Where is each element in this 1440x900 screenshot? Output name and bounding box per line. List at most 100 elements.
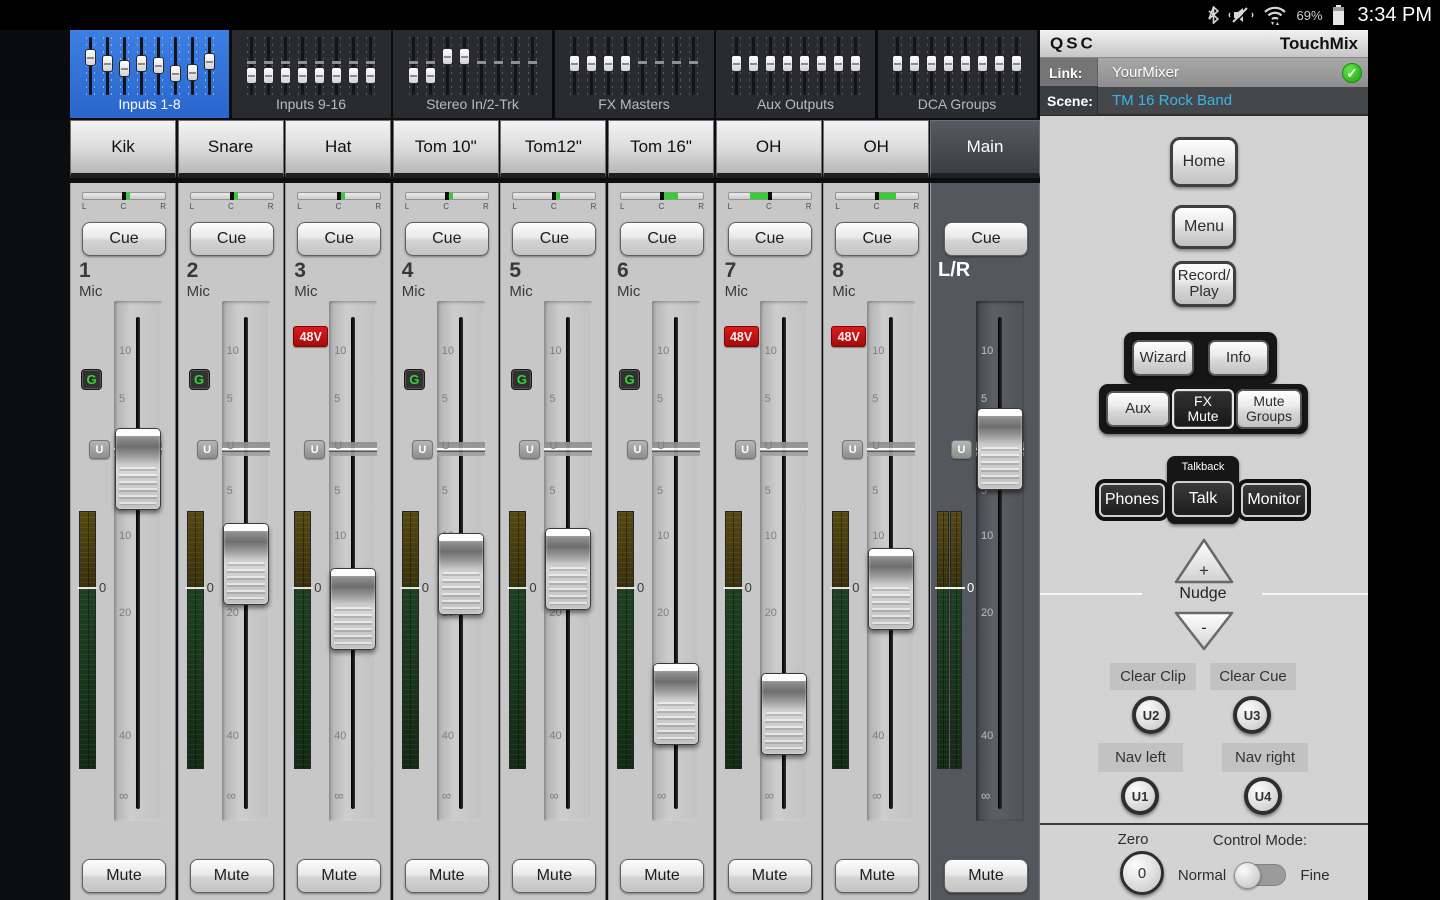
- pan-control[interactable]: [835, 192, 919, 200]
- fader-handle[interactable]: [115, 428, 161, 510]
- nudge-down-button[interactable]: -: [1173, 610, 1235, 652]
- channel-name[interactable]: Hat: [285, 120, 391, 178]
- user-button-u4[interactable]: U4: [1244, 777, 1282, 815]
- user-button-u1[interactable]: U1: [1121, 777, 1159, 815]
- fader-track[interactable]: U 105U5102040∞: [437, 301, 485, 821]
- channel-name[interactable]: Kik: [70, 120, 176, 178]
- fader-bank-tab[interactable]: Aux Outputs: [716, 30, 875, 118]
- pan-axis-labels: LCR: [190, 202, 274, 211]
- aux-fxmute-mutegroups-group: Aux FX Mute Mute Groups: [1099, 384, 1308, 434]
- nav-left-label: Nav left: [1098, 743, 1183, 772]
- fader-handle[interactable]: [761, 673, 807, 755]
- cue-button[interactable]: Cue: [405, 222, 489, 256]
- channel-name[interactable]: Main: [930, 120, 1040, 178]
- cue-button[interactable]: Cue: [297, 222, 381, 256]
- control-mode-toggle[interactable]: [1236, 864, 1286, 886]
- channel-strip-body: LCR Cue 4 Mic 48V G 0 U 105U5102040∞ Mut…: [393, 183, 499, 900]
- meter-zero-label: 0: [207, 580, 214, 595]
- fader-track[interactable]: U 105U5102040∞: [329, 301, 377, 821]
- pan-control[interactable]: [297, 192, 381, 200]
- fader-rail: [998, 317, 1002, 809]
- cue-button[interactable]: Cue: [82, 222, 166, 256]
- scene-row[interactable]: Scene: TM 16 Rock Band: [1040, 87, 1368, 116]
- pan-control[interactable]: [728, 192, 812, 200]
- mute-button[interactable]: Mute: [82, 859, 166, 893]
- monitor-button[interactable]: Monitor: [1241, 483, 1307, 517]
- fader-bank-tab[interactable]: FX Masters: [555, 30, 714, 118]
- fader-handle[interactable]: [545, 528, 591, 610]
- fader-handle[interactable]: [223, 523, 269, 605]
- pan-control[interactable]: [82, 192, 166, 200]
- fader-track[interactable]: U 105U5102040∞: [867, 301, 915, 821]
- mute-button[interactable]: Mute: [620, 859, 704, 893]
- channel-name[interactable]: OH: [716, 120, 822, 178]
- phones-button[interactable]: Phones: [1099, 483, 1165, 517]
- talk-button[interactable]: Talk: [1172, 481, 1234, 517]
- fader-track[interactable]: U 105U5102040∞: [544, 301, 592, 821]
- mute-button[interactable]: Mute: [944, 859, 1028, 893]
- mute-button[interactable]: Mute: [512, 859, 596, 893]
- channel-source: Mic: [617, 283, 640, 300]
- fader-handle[interactable]: [977, 408, 1023, 490]
- fader-rail: [351, 317, 355, 809]
- info-button[interactable]: Info: [1208, 340, 1269, 376]
- user-button-u2[interactable]: U2: [1132, 696, 1170, 734]
- fader-bank-tab[interactable]: Stereo In/2-Trk: [393, 30, 552, 118]
- fader-handle[interactable]: [438, 533, 484, 615]
- fader-handle[interactable]: [653, 663, 699, 745]
- fader-scale-label: 5: [872, 393, 878, 405]
- toggle-knob[interactable]: [1234, 862, 1261, 889]
- fader-track[interactable]: U 105U5102040∞: [760, 301, 808, 821]
- pan-control[interactable]: [190, 192, 274, 200]
- talkback-label: Talkback: [1167, 461, 1239, 473]
- record-play-button[interactable]: Record/ Play: [1172, 261, 1236, 307]
- channel-name[interactable]: Tom12": [500, 120, 606, 178]
- main-bus-label: L/R: [938, 259, 970, 282]
- fader-bank-tab[interactable]: DCA Groups: [878, 30, 1037, 118]
- mute-button[interactable]: Mute: [297, 859, 381, 893]
- cue-button[interactable]: Cue: [190, 222, 274, 256]
- cue-button[interactable]: Cue: [835, 222, 919, 256]
- fader-track[interactable]: U 105U5102040∞: [222, 301, 270, 821]
- cue-button[interactable]: Cue: [512, 222, 596, 256]
- channel-name[interactable]: Tom 10": [393, 120, 499, 178]
- channel-strip: OH LCR Cue 7 Mic 48V G 0 U 105U5102040∞: [716, 118, 822, 900]
- cue-button[interactable]: Cue: [728, 222, 812, 256]
- fader-scale-label: 20: [765, 607, 777, 619]
- fader-bank-tab[interactable]: Inputs 1-8: [70, 30, 229, 118]
- user-button-u3[interactable]: U3: [1233, 696, 1271, 734]
- channel-name[interactable]: Tom 16": [608, 120, 714, 178]
- cue-button[interactable]: Cue: [944, 222, 1028, 256]
- channel-name[interactable]: OH: [823, 120, 929, 178]
- meter-amber-zone: [403, 512, 418, 589]
- home-button[interactable]: Home: [1170, 137, 1238, 187]
- nudge-up-button[interactable]: +: [1173, 537, 1235, 585]
- mute-button[interactable]: Mute: [728, 859, 812, 893]
- zero-button[interactable]: 0: [1120, 851, 1164, 895]
- mute-button[interactable]: Mute: [835, 859, 919, 893]
- fader-scale-label: 40: [981, 730, 993, 742]
- cue-button[interactable]: Cue: [620, 222, 704, 256]
- meter-green-zone: [295, 589, 310, 768]
- pan-center-tick: [552, 192, 556, 200]
- fader-bank-tab[interactable]: Inputs 9-16: [232, 30, 391, 118]
- wizard-button[interactable]: Wizard: [1132, 340, 1194, 376]
- fader-handle[interactable]: [868, 548, 914, 630]
- mode-fine-label: Fine: [1290, 867, 1340, 884]
- fader-track[interactable]: U 105U5102040∞: [976, 301, 1024, 821]
- aux-button[interactable]: Aux: [1106, 391, 1170, 427]
- pan-control[interactable]: [405, 192, 489, 200]
- menu-button[interactable]: Menu: [1172, 205, 1236, 249]
- fader-track[interactable]: U 105U5102040∞: [652, 301, 700, 821]
- mute-groups-button[interactable]: Mute Groups: [1236, 389, 1302, 429]
- mute-button[interactable]: Mute: [190, 859, 274, 893]
- pan-control[interactable]: [512, 192, 596, 200]
- fx-mute-button[interactable]: FX Mute: [1172, 389, 1234, 429]
- fader-track[interactable]: U 105U5102040∞: [114, 301, 162, 821]
- meter-green-zone: [80, 589, 95, 768]
- mute-button[interactable]: Mute: [405, 859, 489, 893]
- fader-handle[interactable]: [330, 568, 376, 650]
- gate-badge: G: [619, 369, 640, 390]
- channel-name[interactable]: Snare: [178, 120, 284, 178]
- pan-control[interactable]: [620, 192, 704, 200]
